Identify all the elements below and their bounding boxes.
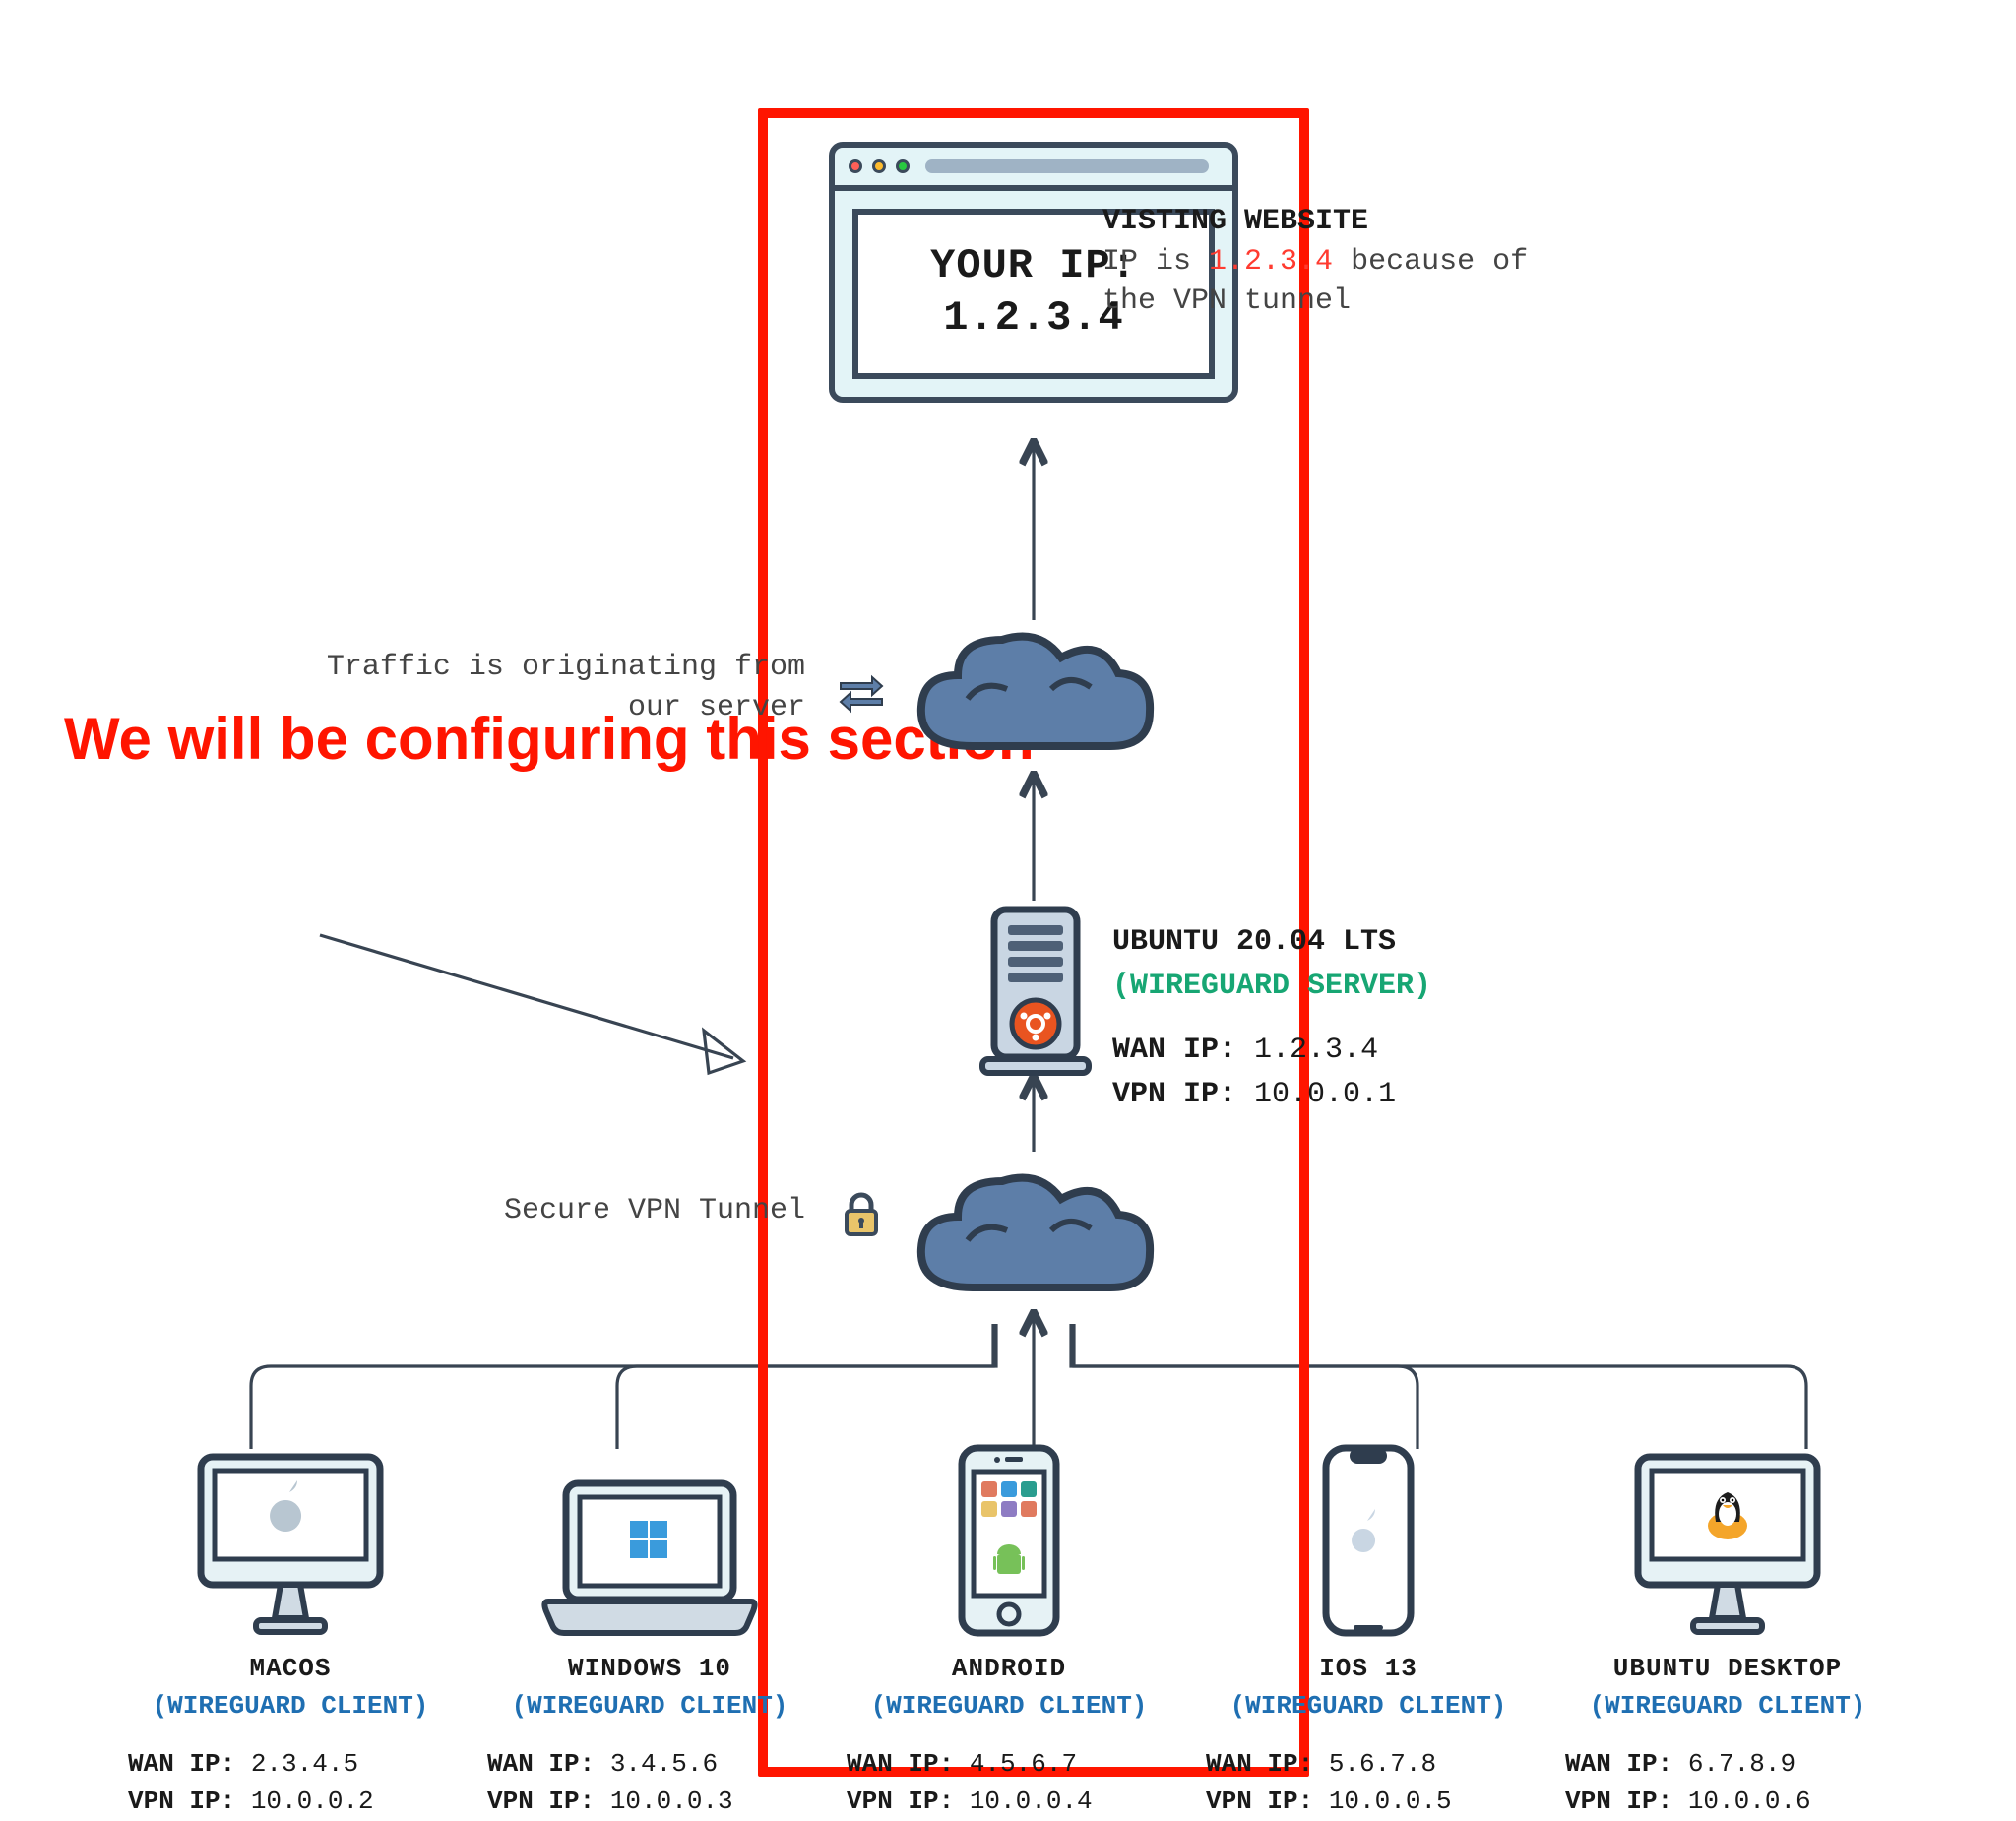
- wan-ip: 3.4.5.6: [610, 1749, 718, 1779]
- vpn-label: VPN IP:: [128, 1787, 235, 1816]
- client-title: UBUNTU DESKTOP: [1565, 1651, 1890, 1688]
- laptop-icon: [536, 1472, 763, 1639]
- client-sub: (WIREGUARD CLIENT): [1206, 1688, 1531, 1726]
- traffic-light-yellow-icon: [872, 159, 886, 173]
- traffic-light-green-icon: [896, 159, 910, 173]
- client-ios: IOS 13 (WIREGUARD CLIENT) WAN IP: 5.6.7.…: [1206, 1442, 1531, 1821]
- wan-label: WAN IP:: [128, 1749, 235, 1779]
- client-sub: (WIREGUARD CLIENT): [487, 1688, 812, 1726]
- bidirectional-arrow-icon: [837, 667, 884, 715]
- address-bar-icon: [925, 159, 1209, 173]
- client-title: WINDOWS 10: [487, 1651, 812, 1688]
- vpn-ip: 10.0.0.3: [610, 1787, 733, 1816]
- wan-ip: 4.5.6.7: [970, 1749, 1077, 1779]
- client-title: MACOS: [128, 1651, 453, 1688]
- visiting-website-label: VISTING WEBSITE IP is 1.2.3.4 because of…: [1102, 202, 1713, 322]
- vpn-ip: 10.0.0.2: [251, 1787, 374, 1816]
- visiting-prefix: IP is: [1102, 245, 1209, 279]
- wan-ip: 5.6.7.8: [1329, 1749, 1436, 1779]
- client-android: ANDROID (WIREGUARD CLIENT) WAN IP: 4.5.6…: [847, 1442, 1171, 1821]
- client-windows: WINDOWS 10 (WIREGUARD CLIENT) WAN IP: 3.…: [487, 1442, 812, 1821]
- visiting-title: VISTING WEBSITE: [1102, 202, 1713, 242]
- server-vpn-label: VPN IP:: [1112, 1078, 1236, 1111]
- vpn-ip: 10.0.0.5: [1329, 1787, 1452, 1816]
- imac-icon: [187, 1447, 394, 1639]
- client-ubuntu: UBUNTU DESKTOP (WIREGUARD CLIENT) WAN IP…: [1565, 1442, 1890, 1821]
- wan-label: WAN IP:: [487, 1749, 595, 1779]
- lock-icon: [842, 1191, 881, 1238]
- internet-cloud-icon: [904, 618, 1160, 776]
- traffic-light-red-icon: [849, 159, 862, 173]
- client-macos: MACOS (WIREGUARD CLIENT) WAN IP: 2.3.4.5…: [128, 1442, 453, 1821]
- server-icon: [973, 906, 1099, 1078]
- vpn-ip: 10.0.0.6: [1688, 1787, 1811, 1816]
- vpn-ip: 10.0.0.4: [970, 1787, 1093, 1816]
- client-sub: (WIREGUARD CLIENT): [847, 1688, 1171, 1726]
- iphone-icon: [1314, 1442, 1422, 1639]
- server-wan-ip: 1.2.3.4: [1254, 1034, 1378, 1067]
- server-sub: (WIREGUARD SERVER): [1112, 965, 1654, 1009]
- traffic-origin-label: Traffic is originating from our server: [313, 648, 805, 727]
- vpn-label: VPN IP:: [1206, 1787, 1313, 1816]
- traffic-text: Traffic is originating from our server: [327, 651, 805, 724]
- wan-label: WAN IP:: [1565, 1749, 1672, 1779]
- vpn-cloud-icon: [904, 1160, 1160, 1317]
- wan-label: WAN IP:: [1206, 1749, 1313, 1779]
- wan-ip: 2.3.4.5: [251, 1749, 358, 1779]
- android-phone-icon: [950, 1442, 1068, 1639]
- client-sub: (WIREGUARD CLIENT): [1565, 1688, 1890, 1726]
- visiting-ip: 1.2.3.4: [1209, 245, 1333, 279]
- client-sub: (WIREGUARD CLIENT): [128, 1688, 453, 1726]
- client-title: ANDROID: [847, 1651, 1171, 1688]
- server-vpn-ip: 10.0.0.1: [1254, 1078, 1396, 1111]
- browser-titlebar: [835, 148, 1232, 191]
- server-label: UBUNTU 20.04 LTS (WIREGUARD SERVER) WAN …: [1112, 920, 1654, 1117]
- vpn-label: VPN IP:: [847, 1787, 954, 1816]
- server-title: UBUNTU 20.04 LTS: [1112, 920, 1654, 965]
- clients-row: MACOS (WIREGUARD CLIENT) WAN IP: 2.3.4.5…: [128, 1442, 1890, 1821]
- desktop-linux-icon: [1624, 1447, 1831, 1639]
- vpn-label: VPN IP:: [1565, 1787, 1672, 1816]
- tunnel-text: Secure VPN Tunnel: [504, 1194, 805, 1227]
- secure-tunnel-label: Secure VPN Tunnel: [313, 1194, 805, 1227]
- wan-ip: 6.7.8.9: [1688, 1749, 1796, 1779]
- server-wan-label: WAN IP:: [1112, 1034, 1236, 1067]
- client-title: IOS 13: [1206, 1651, 1531, 1688]
- wan-label: WAN IP:: [847, 1749, 954, 1779]
- vpn-label: VPN IP:: [487, 1787, 595, 1816]
